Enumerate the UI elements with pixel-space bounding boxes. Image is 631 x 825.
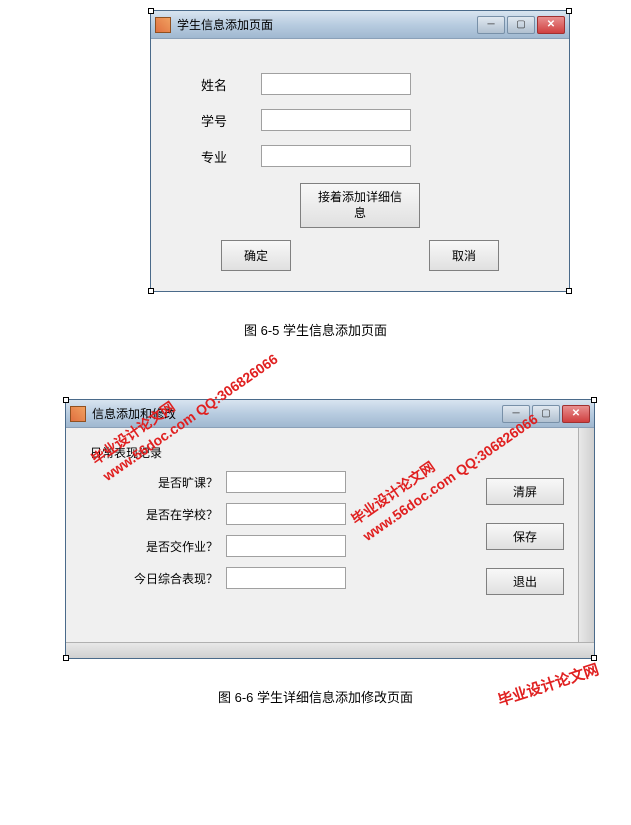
close-button[interactable]: ✕: [537, 16, 565, 34]
add-detail-button[interactable]: 接着添加详细信息: [300, 183, 420, 228]
selection-handle[interactable]: [148, 288, 154, 294]
id-label: 学号: [201, 111, 261, 130]
major-row: 专业: [171, 145, 549, 167]
major-label: 专业: [201, 147, 261, 166]
cancel-button[interactable]: 取消: [429, 240, 499, 271]
selection-handle[interactable]: [148, 8, 154, 14]
titlebar[interactable]: 学生信息添加页面 ─ ▢ ✕: [151, 11, 569, 39]
minimize-button[interactable]: ─: [477, 16, 505, 34]
at-school-label: 是否在学校？: [126, 506, 226, 523]
homework-label: 是否交作业？: [126, 538, 226, 555]
figure-caption-2: 图 6-6 学生详细信息添加修改页面: [0, 687, 631, 706]
student-info-add-window: 学生信息添加页面 ─ ▢ ✕ 姓名 学号 专业 接着添加详细信息 确定 取消: [150, 10, 570, 292]
window-controls: ─ ▢ ✕: [477, 16, 565, 34]
titlebar[interactable]: 信息添加和修改 ─ ▢ ✕: [66, 400, 594, 428]
side-buttons: 清屏 保存 退出: [486, 478, 564, 595]
section-title: 日常表现记录: [86, 444, 574, 461]
app-icon: [155, 17, 171, 33]
absent-input[interactable]: [226, 471, 346, 493]
absent-label: 是否旷课？: [126, 474, 226, 491]
ok-button[interactable]: 确定: [221, 240, 291, 271]
name-label: 姓名: [201, 75, 261, 94]
homework-input[interactable]: [226, 535, 346, 557]
selection-handle[interactable]: [566, 8, 572, 14]
major-input[interactable]: [261, 145, 411, 167]
selection-handle[interactable]: [591, 397, 597, 403]
clear-button[interactable]: 清屏: [486, 478, 564, 505]
name-row: 姓名: [171, 73, 549, 95]
save-button[interactable]: 保存: [486, 523, 564, 550]
client-area: 日常表现记录 是否旷课？ 是否在学校？ 是否交作业？ 今日综合表现？ 清屏 保存…: [66, 428, 594, 658]
maximize-button[interactable]: ▢: [507, 16, 535, 34]
button-row: 确定 取消: [171, 240, 549, 271]
selection-handle[interactable]: [591, 655, 597, 661]
close-button[interactable]: ✕: [562, 405, 590, 423]
horizontal-scrollbar[interactable]: [66, 642, 594, 658]
at-school-input[interactable]: [226, 503, 346, 525]
id-row: 学号: [171, 109, 549, 131]
window-title: 学生信息添加页面: [177, 16, 477, 33]
exit-button[interactable]: 退出: [486, 568, 564, 595]
info-add-modify-window: 信息添加和修改 ─ ▢ ✕ 日常表现记录 是否旷课？ 是否在学校？ 是否交作业？…: [65, 399, 595, 659]
performance-input[interactable]: [226, 567, 346, 589]
window-title: 信息添加和修改: [92, 405, 502, 422]
selection-handle[interactable]: [63, 655, 69, 661]
maximize-button[interactable]: ▢: [532, 405, 560, 423]
vertical-scrollbar[interactable]: [578, 428, 594, 642]
id-input[interactable]: [261, 109, 411, 131]
performance-label: 今日综合表现？: [126, 570, 226, 587]
minimize-button[interactable]: ─: [502, 405, 530, 423]
selection-handle[interactable]: [63, 397, 69, 403]
app-icon: [70, 406, 86, 422]
window-controls: ─ ▢ ✕: [502, 405, 590, 423]
client-area: 姓名 学号 专业 接着添加详细信息 确定 取消: [151, 39, 569, 291]
name-input[interactable]: [261, 73, 411, 95]
selection-handle[interactable]: [566, 288, 572, 294]
figure-caption-1: 图 6-5 学生信息添加页面: [0, 320, 631, 339]
